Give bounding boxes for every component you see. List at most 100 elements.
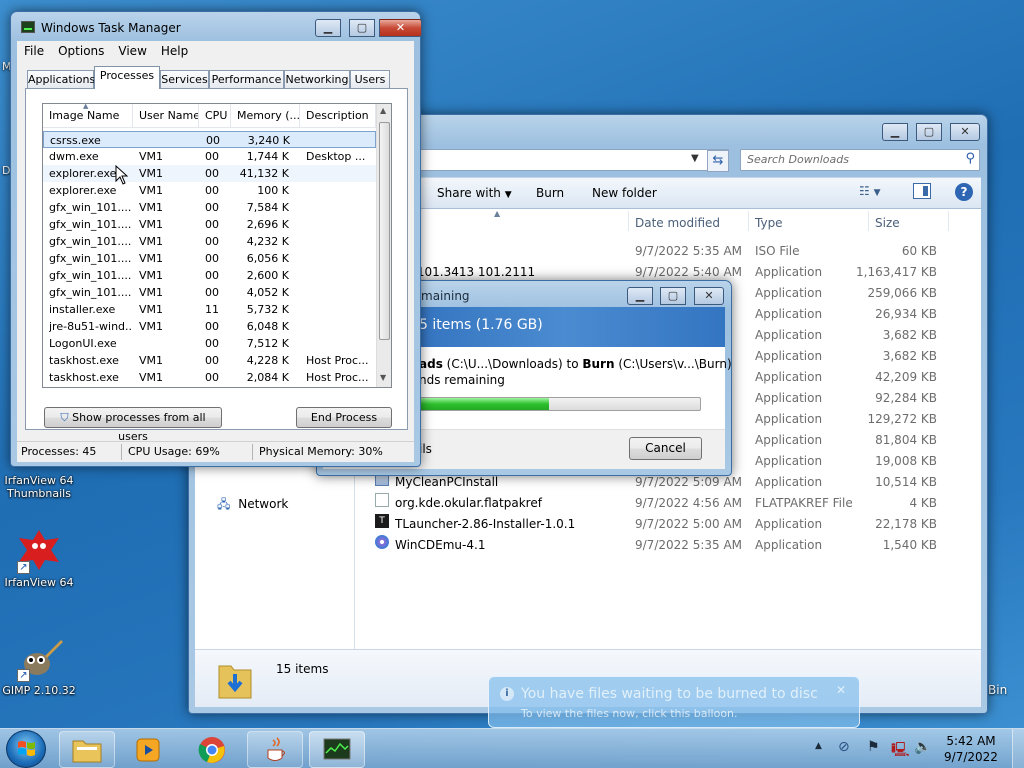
show-all-processes-button[interactable]: ⛉ Show processes from all users — [44, 407, 222, 443]
irfanview-icon: ↗ — [15, 526, 63, 574]
source-folder-name: ads — [419, 357, 443, 371]
share-with-label: Share with — [437, 186, 501, 200]
process-row[interactable]: gfx_win_101.... VM1 00 6,056 K — [43, 250, 376, 267]
process-row[interactable]: explorer.exe VM1 00 41,132 K — [43, 165, 376, 182]
volume-icon[interactable]: 🔈 — [914, 739, 931, 755]
taskbar-explorer[interactable] — [59, 731, 115, 768]
maximize-button[interactable]: ▢ — [916, 123, 942, 141]
process-row[interactable]: gfx_win_101.... VM1 00 2,696 K — [43, 216, 376, 233]
close-button[interactable]: ✕ — [694, 287, 724, 305]
process-row[interactable]: gfx_win_101.... VM1 00 7,584 K — [43, 199, 376, 216]
process-user-name: VM1 — [139, 235, 164, 248]
share-with-button[interactable]: Share with ▼ — [437, 186, 512, 200]
close-button[interactable]: ✕ — [379, 19, 422, 37]
column-user-name[interactable]: User Name — [133, 104, 199, 128]
show-hidden-icons-arrow-icon[interactable]: ▲ — [815, 741, 822, 751]
start-button[interactable] — [6, 730, 46, 768]
tab-applications[interactable]: Applications — [27, 70, 95, 89]
end-process-button[interactable]: End Process — [296, 407, 392, 428]
column-date-modified[interactable]: Date modified — [635, 216, 720, 230]
file-size: 42,209 KB — [875, 370, 937, 384]
file-size: 3,682 KB — [882, 328, 937, 342]
desktop-icon-gimp[interactable]: ↗ GIMP 2.10.32 — [2, 634, 76, 697]
process-row[interactable]: taskhost.exe VM1 00 2,084 K Host Proc... — [43, 369, 376, 386]
menu-options[interactable]: Options — [51, 41, 111, 61]
process-row[interactable]: taskhost.exe VM1 00 4,228 K Host Proc... — [43, 352, 376, 369]
menu-help[interactable]: Help — [154, 41, 195, 61]
maximize-button[interactable]: ▢ — [349, 19, 375, 37]
info-icon: i — [500, 687, 514, 701]
maximize-button[interactable]: ▢ — [660, 287, 686, 305]
scroll-down-arrow-icon[interactable]: ▼ — [380, 373, 386, 382]
scrollbar-thumb[interactable] — [379, 122, 390, 340]
column-memory[interactable]: Memory (... — [231, 104, 300, 128]
file-type: Application — [755, 286, 823, 300]
cancel-button[interactable]: Cancel — [629, 437, 702, 460]
desktop-icon-irfanview[interactable]: ↗ IrfanView 64 — [2, 526, 76, 589]
tab-performance[interactable]: Performance — [209, 70, 284, 89]
file-size: 3,682 KB — [882, 349, 937, 363]
search-box[interactable]: Search Downloads ⚲ — [740, 149, 980, 171]
taskbar-java[interactable] — [247, 731, 303, 768]
process-memory: 2,696 K — [246, 218, 289, 231]
view-options-icon[interactable]: ☷ ▼ — [859, 184, 881, 198]
tab-processes[interactable]: Processes — [94, 66, 160, 89]
minimize-button[interactable]: ▁ — [627, 287, 653, 305]
minimize-button[interactable]: ▁ — [882, 123, 908, 141]
show-all-processes-label: Show processes from all users — [72, 411, 206, 443]
column-size[interactable]: Size — [875, 216, 900, 230]
preview-pane-icon[interactable] — [913, 183, 931, 199]
file-row[interactable]: T TLauncher-2.86-Installer-1.0.1 9/7/2022 … — [375, 514, 967, 535]
file-row[interactable]: 9/7/2022 5:35 AM ISO File 60 KB — [375, 241, 967, 262]
address-dropdown-icon[interactable]: ▼ — [691, 153, 699, 164]
nav-item-label: Network — [238, 497, 289, 511]
desktop-icon-irfanview-thumbnails[interactable]: IrfanView 64 Thumbnails — [2, 474, 76, 500]
action-center-icon[interactable]: ⚑ — [867, 739, 880, 755]
refresh-icon[interactable]: ⇆ — [707, 150, 729, 172]
burn-tray-icon[interactable]: ⊘ — [838, 739, 850, 755]
network-status-icon[interactable]: 🖳 — [891, 739, 910, 763]
time-remaining: nds remaining — [419, 373, 505, 387]
address-bar[interactable] — [419, 149, 729, 171]
clock[interactable]: 5:42 AM 9/7/2022 — [940, 733, 1002, 765]
tab-networking[interactable]: Networking — [284, 70, 350, 89]
process-row[interactable]: LogonUI.exe 00 7,512 K — [43, 335, 376, 352]
process-memory: 4,232 K — [246, 235, 289, 248]
minimize-button[interactable]: ▁ — [315, 19, 341, 37]
menu-view[interactable]: View — [111, 41, 153, 61]
new-folder-button[interactable]: New folder — [592, 186, 657, 200]
column-image-name[interactable]: Image Name — [43, 104, 133, 128]
taskbar-media-player[interactable] — [120, 731, 176, 768]
tab-users[interactable]: Users — [350, 70, 390, 89]
column-cpu[interactable]: CPU — [199, 104, 231, 128]
burn-button[interactable]: Burn — [536, 186, 564, 200]
burn-notification-balloon[interactable]: i You have files waiting to be burned to… — [488, 676, 860, 728]
tab-services[interactable]: Services — [160, 70, 209, 89]
process-cpu: 11 — [205, 303, 219, 316]
column-description[interactable]: Description — [300, 104, 376, 128]
dest-path: (C:\Users\v...\Burn) — [618, 357, 732, 371]
process-row[interactable]: explorer.exe VM1 00 100 K — [43, 182, 376, 199]
column-type[interactable]: Type — [755, 216, 783, 230]
menu-file[interactable]: File — [17, 41, 51, 61]
process-cpu: 00 — [205, 150, 219, 163]
process-cpu: 00 — [205, 269, 219, 282]
nav-item-network[interactable]: 🖧 Network — [217, 495, 288, 516]
show-desktop-button[interactable] — [1012, 729, 1024, 768]
process-row[interactable]: gfx_win_101.... VM1 00 4,052 K — [43, 284, 376, 301]
process-row[interactable]: installer.exe VM1 11 5,732 K — [43, 301, 376, 318]
help-icon[interactable]: ? — [955, 183, 973, 201]
process-row[interactable]: dwm.exe VM1 00 1,744 K Desktop ... — [43, 148, 376, 165]
close-button[interactable]: ✕ — [950, 123, 980, 141]
file-row[interactable]: WinCDEmu-4.1 9/7/2022 5:35 AM Application 1… — [375, 535, 967, 556]
vertical-scrollbar[interactable]: ▲ ▼ — [376, 104, 391, 387]
process-row[interactable]: csrss.exe 00 3,240 K — [43, 131, 376, 148]
scroll-up-arrow-icon[interactable]: ▲ — [380, 106, 386, 115]
taskbar-task-manager[interactable] — [309, 731, 365, 768]
process-row[interactable]: gfx_win_101.... VM1 00 2,600 K — [43, 267, 376, 284]
balloon-close-icon[interactable]: ✕ — [836, 683, 846, 697]
process-row[interactable]: gfx_win_101.... VM1 00 4,232 K — [43, 233, 376, 250]
taskbar-chrome[interactable] — [184, 731, 240, 768]
file-row[interactable]: org.kde.okular.flatpakref 9/7/2022 4:56 A… — [375, 493, 967, 514]
process-row[interactable]: jre-8u51-wind... VM1 00 6,048 K — [43, 318, 376, 335]
